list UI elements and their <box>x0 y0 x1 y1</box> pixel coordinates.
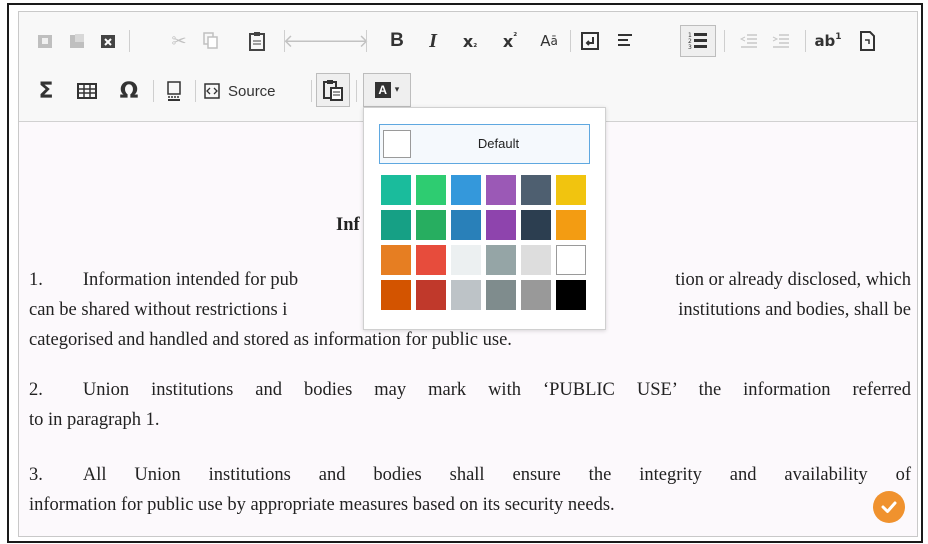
paste-text-icon[interactable] <box>65 29 89 53</box>
table-icon[interactable] <box>75 78 99 104</box>
page-break-icon[interactable] <box>163 78 185 104</box>
footnote-icon[interactable]: ab 1 <box>814 29 842 53</box>
color-swatch[interactable] <box>416 175 446 205</box>
paste-icon[interactable] <box>33 29 57 53</box>
editor-toolbar: ✂ 🡐 🡒 B I x₂ x² Aā 123 ab 1 Σ Ω Source A… <box>19 12 917 122</box>
color-swatch[interactable] <box>521 245 551 275</box>
paragraph-number: 2. <box>29 380 43 400</box>
toolbar-separator <box>356 80 357 102</box>
color-swatch[interactable] <box>486 175 516 205</box>
paragraph-text: tion or already disclosed, which <box>675 270 911 290</box>
color-swatch[interactable] <box>486 245 516 275</box>
paragraph-2: 2. Union institutions and bodies may mark… <box>29 375 911 435</box>
color-swatch[interactable] <box>416 280 446 310</box>
color-swatch[interactable] <box>556 245 586 275</box>
document-title: Inf <box>336 215 360 235</box>
page-icon[interactable] <box>855 29 879 53</box>
toolbar-separator <box>129 30 130 52</box>
color-swatch[interactable] <box>556 280 586 310</box>
toolbar-separator <box>153 80 154 102</box>
increase-indent-icon[interactable] <box>769 29 793 53</box>
toolbar-separator <box>724 30 725 52</box>
source-label: Source <box>228 82 276 100</box>
check-icon[interactable] <box>873 491 905 523</box>
paragraph-number: 1. <box>29 270 43 290</box>
decrease-indent-icon[interactable] <box>737 29 761 53</box>
color-swatch[interactable] <box>451 280 481 310</box>
superscript-icon[interactable]: x² <box>497 29 523 53</box>
paragraph-text: Information intended for pub <box>82 270 299 290</box>
cut-icon[interactable]: ✂ <box>167 29 191 53</box>
redo-icon[interactable]: 🡒 <box>321 29 369 53</box>
paragraph-text: can be shared without restrictions i <box>29 300 288 320</box>
paragraph-text: to in paragraph 1. <box>29 410 160 430</box>
sigma-icon[interactable]: Σ <box>33 78 59 104</box>
line-break-icon[interactable] <box>578 29 602 53</box>
color-swatch[interactable] <box>556 175 586 205</box>
paragraph-text: institutions and bodies, shall be <box>678 300 911 320</box>
text-color-icon: A <box>374 82 391 98</box>
omega-icon[interactable]: Ω <box>116 78 142 104</box>
color-swatch[interactable] <box>521 210 551 240</box>
toolbar-separator <box>570 30 571 52</box>
color-swatch[interactable] <box>381 175 411 205</box>
color-swatch[interactable] <box>381 280 411 310</box>
color-swatch[interactable] <box>486 210 516 240</box>
svg-text:3: 3 <box>688 44 692 51</box>
bold-icon[interactable]: B <box>385 29 409 53</box>
source-button[interactable]: Source <box>204 78 304 104</box>
copy-icon[interactable] <box>199 29 223 53</box>
default-color-button[interactable]: Default <box>379 124 590 164</box>
color-swatch[interactable] <box>416 210 446 240</box>
text-color-button[interactable]: A ▾ <box>363 73 411 107</box>
find-replace-icon[interactable]: Aā <box>535 29 563 53</box>
color-swatch[interactable] <box>556 210 586 240</box>
color-swatch[interactable] <box>486 280 516 310</box>
paste-clipboard-icon[interactable] <box>245 29 269 53</box>
paste-word-icon[interactable] <box>96 29 120 53</box>
subscript-icon[interactable]: x₂ <box>457 29 483 53</box>
color-swatch[interactable] <box>451 210 481 240</box>
paragraph-text: information for public use by appropriat… <box>29 495 615 515</box>
paragraph-3: 3. All Union institutions and bodies shal… <box>29 460 911 520</box>
toolbar-separator <box>366 30 367 52</box>
undo-icon[interactable]: 🡐 <box>283 29 331 53</box>
default-color-label: Default <box>477 136 520 151</box>
toolbar-separator <box>195 80 196 102</box>
color-swatch[interactable] <box>381 210 411 240</box>
color-swatch[interactable] <box>451 175 481 205</box>
paragraph-number: 3. <box>29 465 43 485</box>
list-style-icon[interactable] <box>613 29 637 53</box>
italic-icon[interactable]: I <box>421 29 445 53</box>
color-swatch[interactable] <box>451 245 481 275</box>
numbered-list-icon[interactable]: 123 <box>680 25 716 57</box>
paragraph-text: Union institutions and bodies may mark w… <box>82 380 911 400</box>
toolbar-separator <box>311 80 312 102</box>
source-icon <box>204 83 220 99</box>
color-swatch[interactable] <box>381 245 411 275</box>
paste-special-icon[interactable] <box>316 73 350 107</box>
toolbar-separator <box>805 30 806 52</box>
color-swatch[interactable] <box>416 245 446 275</box>
color-swatch[interactable] <box>521 175 551 205</box>
paragraph-text: All Union institutions and bodies shall … <box>82 465 911 485</box>
chevron-down-icon: ▾ <box>394 85 400 95</box>
color-swatch[interactable] <box>521 280 551 310</box>
